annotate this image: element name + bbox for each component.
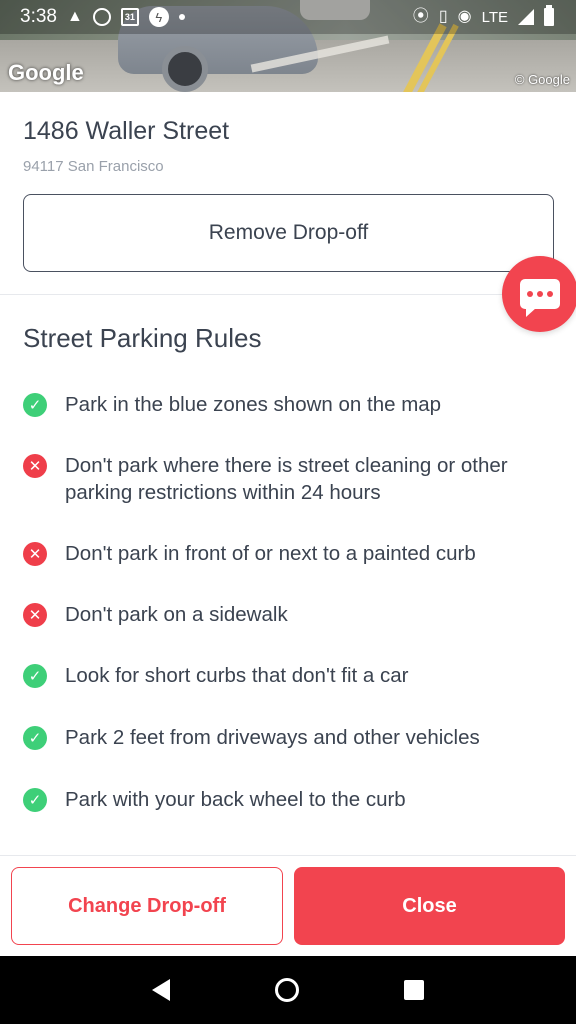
- circle-icon: [92, 8, 111, 26]
- bolt-icon: ϟ: [148, 7, 169, 27]
- address-street: 1486 Waller Street: [23, 117, 230, 145]
- chat-button[interactable]: [502, 256, 576, 332]
- home-icon[interactable]: [274, 978, 299, 1002]
- rule-item: ✓ Park 2 feet from driveways and other v…: [23, 724, 563, 751]
- rule-text: Don't park in front of or next to a pain…: [65, 542, 476, 565]
- footer-divider: [0, 855, 576, 856]
- google-copyright: © Google: [514, 72, 570, 87]
- rule-item: ✕ Don't park on a sidewalk: [23, 601, 563, 628]
- status-time: 3:38: [20, 6, 57, 27]
- calendar-icon: 31: [120, 8, 139, 26]
- chat-bubble-icon: [520, 279, 560, 317]
- rule-item: ✕ Don't park in front of or next to a pa…: [23, 540, 563, 567]
- warning-icon: ▲: [66, 8, 83, 25]
- remove-dropoff-button[interactable]: Remove Drop-off: [23, 194, 554, 272]
- cross-icon: ✕: [23, 542, 47, 566]
- check-icon: ✓: [23, 788, 47, 812]
- google-logo: Google: [8, 60, 84, 85]
- change-dropoff-button[interactable]: Change Drop-off: [11, 867, 283, 945]
- check-icon: ✓: [23, 726, 47, 750]
- rule-text: Don't park on a sidewalk: [65, 603, 288, 626]
- address-city: 94117 San Francisco: [23, 158, 164, 175]
- rule-text: Park with your back wheel to the curb: [65, 788, 406, 811]
- rule-item: ✓ Park in the blue zones shown on the ma…: [23, 391, 563, 418]
- recent-apps-icon[interactable]: [403, 980, 424, 1000]
- check-icon: ✓: [23, 664, 47, 688]
- location-icon: ⦿: [412, 8, 429, 25]
- cross-icon: ✕: [23, 603, 47, 627]
- section-divider: [0, 294, 576, 295]
- status-bar: 3:38 ▲ 31 ϟ ⦿ ▯ ◉ LTE: [0, 0, 576, 34]
- rule-item: ✓ Park with your back wheel to the curb: [23, 786, 563, 813]
- rule-text: Don't park where there is street cleanin…: [65, 454, 508, 504]
- battery-icon: [544, 5, 554, 26]
- check-icon: ✓: [23, 393, 47, 417]
- rule-text: Park 2 feet from driveways and other veh…: [65, 726, 480, 749]
- hotspot-icon: ◉: [457, 8, 472, 25]
- dot-icon: [178, 14, 185, 20]
- cross-icon: ✕: [23, 454, 47, 478]
- rule-item: ✓ Look for short curbs that don't fit a …: [23, 662, 563, 689]
- rules-title: Street Parking Rules: [23, 323, 262, 353]
- network-label: LTE: [481, 8, 508, 26]
- signal-icon: [518, 9, 534, 25]
- back-icon[interactable]: [152, 979, 171, 1001]
- rule-text: Look for short curbs that don't fit a ca…: [65, 664, 409, 687]
- rule-item: ✕ Don't park where there is street clean…: [23, 452, 563, 506]
- vibrate-icon: ▯: [438, 8, 448, 25]
- rule-text: Park in the blue zones shown on the map: [65, 393, 442, 416]
- navigation-bar: [0, 956, 576, 1024]
- close-button[interactable]: Close: [294, 867, 565, 945]
